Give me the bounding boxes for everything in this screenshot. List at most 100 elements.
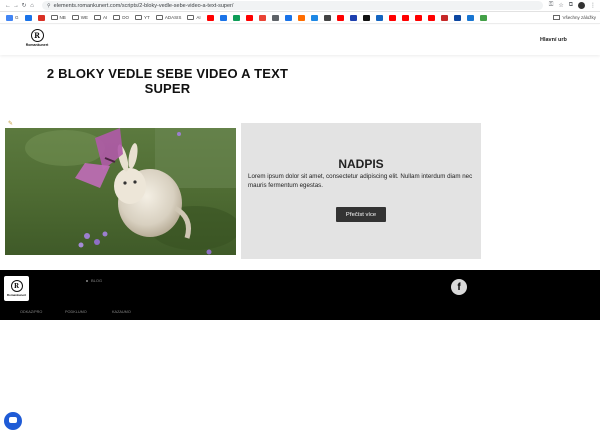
folder-icon [94, 15, 102, 20]
footer-link-1[interactable]: ODKAZ/PRO [20, 310, 42, 314]
bookmark-label: AI [103, 15, 108, 20]
footer-logo-brand-text: Romankunert [6, 293, 27, 297]
folder-icon [135, 15, 143, 20]
favicon-icon [375, 14, 383, 21]
bookmark-item[interactable] [348, 14, 359, 21]
key-icon[interactable]: ⚿ [549, 2, 554, 9]
bookmark-item[interactable] [218, 14, 229, 21]
all-bookmarks[interactable]: Všechny záložky [553, 15, 596, 20]
profile-avatar[interactable] [578, 2, 585, 9]
favicon-icon [336, 14, 344, 21]
chat-widget-button[interactable] [4, 412, 22, 430]
bookmark-item[interactable] [400, 14, 411, 21]
favicon-icon [232, 14, 240, 21]
bookmark-item[interactable] [23, 14, 34, 21]
url-bar[interactable]: ⚲ elements.romankunert.com/scripts/2-blo… [42, 1, 543, 10]
edit-pencil-icon[interactable]: ✎ [8, 120, 13, 127]
footer-link-3[interactable]: KAZAUMO [112, 310, 131, 314]
favicon-icon [297, 14, 305, 21]
bookmark-folder[interactable]: AI [92, 15, 109, 20]
footer-link-2[interactable]: PODKLUMO [65, 310, 87, 314]
read-more-button[interactable]: Přečíst více [336, 207, 386, 222]
folder-icon [187, 15, 195, 20]
chat-bubble-icon [9, 417, 17, 423]
folder-icon [113, 15, 121, 20]
favicon-icon [323, 14, 331, 21]
favicon-icon [271, 14, 279, 21]
facebook-icon[interactable]: f [451, 279, 467, 295]
favicon-icon [401, 14, 409, 21]
url-text: elements.romankunert.com/scripts/2-bloky… [53, 2, 234, 9]
bookmark-item[interactable] [413, 14, 424, 21]
logo-emblem-icon: R [30, 29, 44, 42]
folder-icon [553, 15, 561, 20]
reload-icon[interactable]: ↻ [20, 2, 28, 9]
bookmark-item[interactable] [322, 14, 333, 21]
video-player[interactable] [5, 128, 236, 255]
favicon-icon [479, 14, 487, 21]
text-block-paragraph: Lorem ipsum dolor sit amet, consectetur … [248, 173, 473, 189]
back-icon[interactable]: ← [4, 3, 12, 9]
bookmark-item[interactable] [465, 14, 476, 21]
bookmark-item[interactable] [309, 14, 320, 21]
bookmark-item[interactable]: G [4, 14, 21, 21]
bookmark-label: WE [80, 15, 89, 20]
bookmark-item[interactable] [439, 14, 450, 21]
favicon-icon [440, 14, 448, 21]
logo-brand-text: Romankunert [25, 43, 49, 47]
bookmark-item[interactable] [296, 14, 307, 21]
bookmark-item[interactable] [270, 14, 281, 21]
bookmark-item[interactable] [387, 14, 398, 21]
bookmark-label: AI [196, 15, 201, 20]
favicon-icon [284, 14, 292, 21]
favicon-icon [362, 14, 370, 21]
favicon-icon [453, 14, 461, 21]
bookmark-item[interactable] [205, 14, 216, 21]
footer-logo[interactable]: R Romankunert [4, 276, 29, 301]
site-logo[interactable]: R Romankunert [26, 29, 48, 51]
nav-link-main[interactable]: Hlavní urb [540, 37, 567, 43]
browser-toolbar: ← → ↻ ⌂ ⚲ elements.romankunert.com/scrip… [0, 0, 600, 12]
favicon-icon [6, 14, 13, 21]
star-icon[interactable]: ☆ [558, 2, 563, 9]
favicon-icon [310, 14, 318, 21]
menu-kebab-icon[interactable]: ⋮ [590, 2, 596, 9]
forward-icon[interactable]: → [12, 3, 20, 9]
bookmark-label: YT [144, 15, 150, 20]
bookmark-item[interactable] [36, 14, 47, 21]
bookmark-label: ADASIS [164, 15, 182, 20]
bookmark-item[interactable] [426, 14, 437, 21]
bookmark-item[interactable] [374, 14, 385, 21]
bookmark-folder[interactable]: YT [133, 15, 152, 20]
bookmark-label: DO [122, 15, 130, 20]
footer-menu-item[interactable]: BLOG [86, 278, 102, 283]
bookmark-folder[interactable]: AI [185, 15, 202, 20]
bookmark-item[interactable] [257, 14, 268, 21]
site-info-icon[interactable]: ⚲ [47, 3, 51, 9]
bookmark-folder[interactable]: WE [70, 15, 90, 20]
bookmark-item[interactable] [244, 14, 255, 21]
site-footer: R Romankunert BLOG ODKAZ/PRO PODKLUMO KA… [0, 270, 600, 320]
bookmark-item[interactable] [478, 14, 489, 21]
bookmark-folder[interactable]: DO [111, 15, 131, 20]
bookmark-folder[interactable]: ADASIS [154, 15, 184, 20]
favicon-icon [427, 14, 435, 21]
favicon-icon [466, 14, 474, 21]
favicon-icon [206, 14, 214, 21]
favicon-icon [414, 14, 422, 21]
bookmark-item[interactable] [231, 14, 242, 21]
footer-logo-emblem-icon: R [10, 280, 23, 292]
favicon-icon [24, 14, 32, 21]
bookmark-folder[interactable]: NB [49, 15, 68, 20]
bookmark-item[interactable] [361, 14, 372, 21]
text-block-heading: NADPIS [338, 157, 384, 171]
bookmark-item[interactable] [283, 14, 294, 21]
home-icon[interactable]: ⌂ [28, 3, 36, 9]
extensions-icon[interactable]: ⧉ [569, 2, 573, 9]
favicon-icon [37, 14, 45, 21]
bookmark-item[interactable] [452, 14, 463, 21]
site-header: R Romankunert Hlavní urb [0, 25, 600, 55]
favicon-icon [258, 14, 266, 21]
bookmarks-bar: G NB WE AI DO YT ADASIS AI Všechny záložky [0, 12, 600, 24]
bookmark-item[interactable] [335, 14, 346, 21]
